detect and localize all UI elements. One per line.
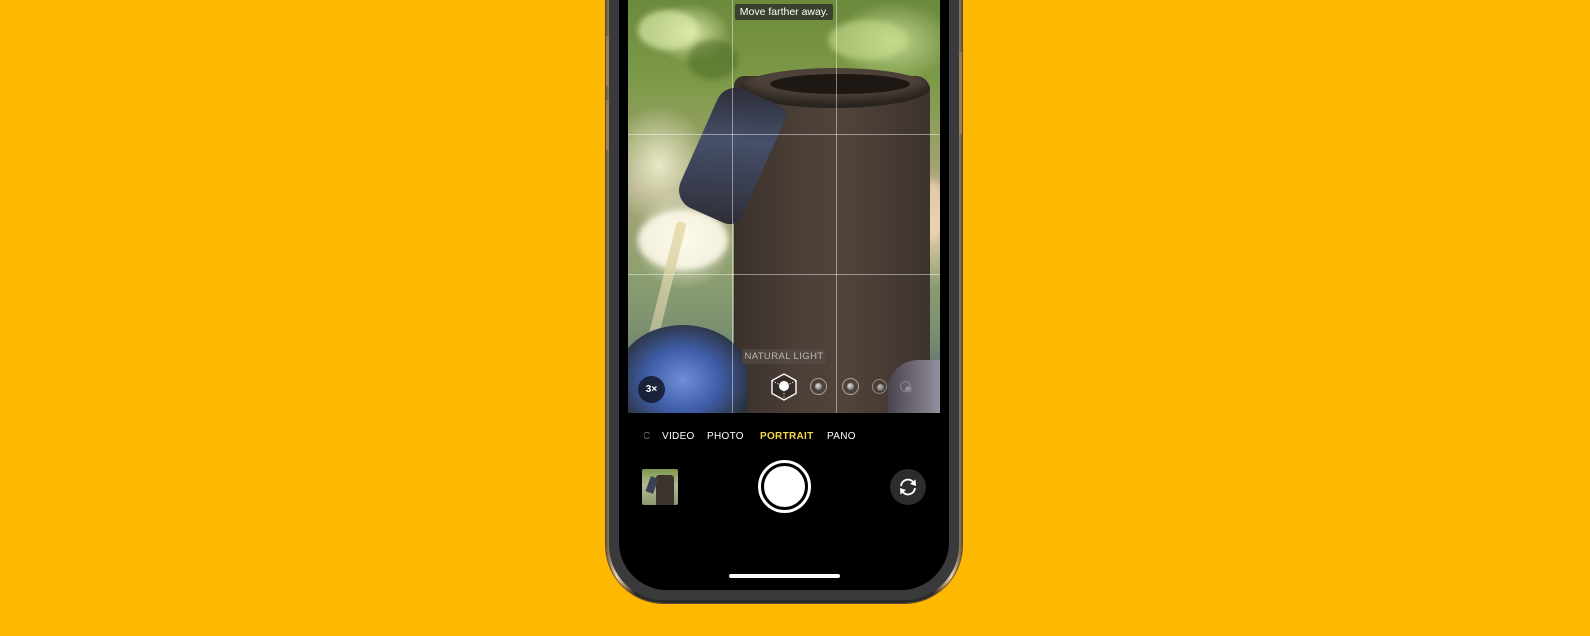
grid-line bbox=[836, 0, 837, 413]
flip-camera-button[interactable] bbox=[890, 469, 926, 505]
studio-light-icon[interactable] bbox=[810, 378, 827, 395]
home-indicator[interactable] bbox=[729, 574, 840, 578]
side-button-left-2 bbox=[606, 100, 609, 150]
camera-controls: IC VIDEO PHOTO PORTRAIT PANO bbox=[628, 413, 940, 593]
stage-light-mono-icon[interactable] bbox=[900, 381, 912, 393]
grid-line bbox=[628, 134, 940, 135]
mode-photo[interactable]: PHOTO bbox=[707, 431, 744, 442]
mode-portrait[interactable]: PORTRAIT bbox=[760, 431, 814, 442]
mode-video[interactable]: VIDEO bbox=[662, 431, 695, 442]
grid-line bbox=[628, 274, 940, 275]
contour-light-icon[interactable] bbox=[842, 378, 859, 395]
thumbnail-image bbox=[656, 475, 674, 505]
camera-viewfinder[interactable]: Move farther away. NATURAL LIGHT 3× bbox=[628, 0, 940, 413]
flip-camera-icon bbox=[900, 478, 916, 496]
last-photo-thumbnail[interactable] bbox=[642, 469, 678, 505]
shutter-button[interactable] bbox=[758, 460, 811, 513]
side-button-right bbox=[959, 52, 962, 134]
stage-light-icon[interactable] bbox=[872, 379, 887, 394]
zoom-button[interactable]: 3× bbox=[638, 376, 665, 403]
foliage bbox=[638, 10, 698, 50]
fountain-basin-right bbox=[888, 360, 940, 413]
mode-pano[interactable]: PANO bbox=[827, 431, 856, 442]
side-button-left-1 bbox=[606, 36, 609, 86]
natural-light-icon[interactable] bbox=[771, 373, 797, 401]
foliage bbox=[688, 40, 738, 80]
foliage bbox=[828, 20, 908, 60]
mode-time-lapse[interactable]: IC bbox=[644, 431, 650, 442]
hint-banner: Move farther away. bbox=[735, 4, 833, 20]
lighting-label: NATURAL LIGHT bbox=[742, 349, 826, 364]
grid-line bbox=[732, 0, 733, 413]
fountain-opening bbox=[770, 74, 910, 94]
shutter-button-inner bbox=[764, 466, 805, 507]
